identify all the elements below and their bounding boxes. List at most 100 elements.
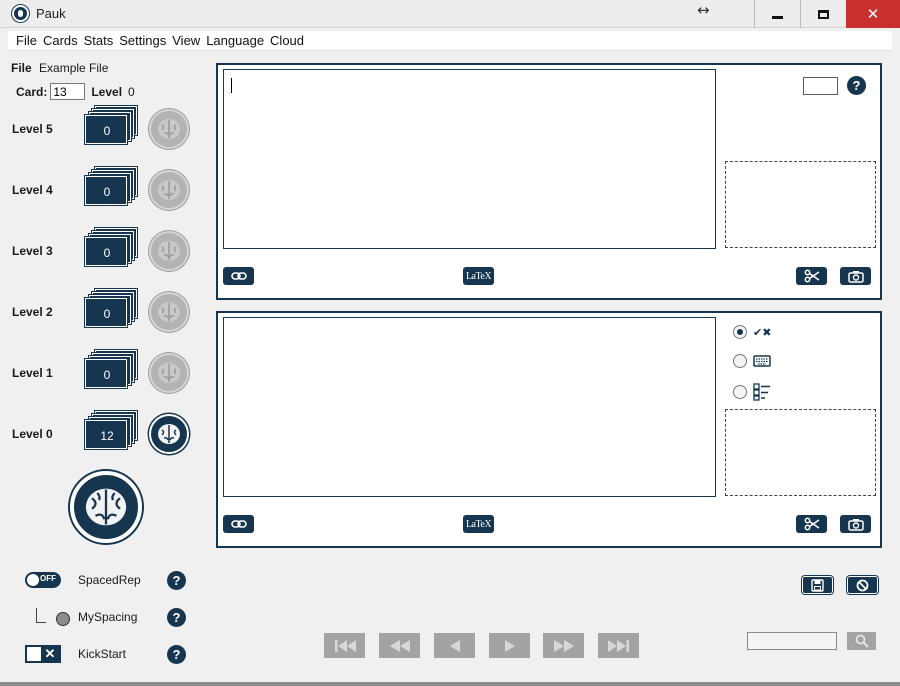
brain-icon [158,302,180,322]
stack-sheet: 0 [85,359,127,388]
stack-sheet: 0 [85,115,127,144]
save-button[interactable] [802,576,833,594]
rewind-icon [389,639,410,652]
menu-bar: File Cards Stats Settings View Language … [8,31,892,51]
level-4-study-button[interactable] [149,170,189,210]
answer-mode-check[interactable]: ✔✖ [733,325,771,339]
level-4-count: 0 [103,184,111,199]
cross-icon: ✕ [41,646,59,661]
close-icon: ✕ [866,5,880,23]
front-help-icon[interactable]: ? [847,76,866,95]
level-3-card-stack[interactable]: 0 [85,228,137,271]
kickstart-help-icon[interactable]: ? [167,645,186,664]
front-latex-button[interactable]: LaTeX [463,267,494,285]
stack-sheet: 0 [85,298,127,327]
level-1-card-stack[interactable]: 0 [85,350,137,393]
level-5-card-stack[interactable]: 0 [85,106,137,149]
answer-mode-multiple-choice[interactable] [733,383,771,401]
previous-card-button[interactable] [434,633,475,658]
text-caret [231,78,232,93]
next-card-button[interactable] [489,633,530,658]
level-0-card-stack[interactable]: 12 [85,411,137,454]
level-5-study-button[interactable] [149,109,189,149]
myspacing-radio[interactable] [56,612,70,626]
menu-cards[interactable]: Cards [43,33,78,48]
level-2-count: 0 [103,306,111,321]
back-text-editor[interactable] [223,317,716,497]
level-4-card-stack[interactable]: 0 [85,167,137,210]
menu-settings[interactable]: Settings [119,33,166,48]
stack-sheet: 0 [85,176,127,205]
back-link-button[interactable] [223,515,254,533]
brain-icon [158,119,180,139]
check-cross-icon: ✔✖ [753,325,772,339]
menu-stats[interactable]: Stats [84,33,114,48]
camera-icon [847,270,864,283]
close-button[interactable]: ✕ [846,0,900,28]
current-level-value: 0 [128,84,135,99]
back-image-drop-area[interactable] [725,409,876,496]
answer-mode-typing[interactable] [733,354,771,368]
card-label: Card: [16,84,48,99]
front-camera-button[interactable] [840,267,871,285]
back-camera-button[interactable] [840,515,871,533]
stack-sheet: 12 [85,420,127,449]
level-1-study-button[interactable] [149,353,189,393]
brain-icon [158,241,180,261]
front-cut-button[interactable] [796,267,827,285]
cancel-button[interactable] [847,576,878,594]
fast-forward-button[interactable] [543,633,584,658]
title-bar: Pauk ↔ ✕ [0,0,900,28]
skip-to-start-icon [334,639,356,652]
rewind-button[interactable] [379,633,420,658]
toggle-knob [27,574,39,586]
search-input[interactable] [747,632,837,650]
scissors-icon [804,517,819,531]
maximize-button[interactable] [800,0,846,28]
level-0-study-button[interactable] [149,414,189,454]
window-bottom-border [0,682,900,686]
level-panel: File Example File Card: Level 0 Level 5 … [0,52,210,682]
spacedrep-help-icon[interactable]: ? [167,571,186,590]
last-card-button[interactable] [598,633,639,658]
front-font-size-input[interactable] [803,77,838,95]
cancel-icon [856,579,869,591]
mode-radio-selected[interactable] [733,325,747,339]
spacedrep-toggle[interactable]: OFF [25,572,61,588]
checklist-icon [753,383,770,401]
indent-connector [36,608,46,623]
level-3-study-button[interactable] [149,231,189,271]
kickstart-label: KickStart [78,647,127,661]
card-info: Card: Level 0 [16,83,135,100]
menu-language[interactable]: Language [206,33,264,48]
mode-radio[interactable] [733,354,747,368]
back-cut-button[interactable] [796,515,827,533]
scissors-icon [804,269,819,283]
study-all-button[interactable] [70,471,142,543]
menu-view[interactable]: View [172,33,200,48]
mode-radio[interactable] [733,385,747,399]
level-2-study-button[interactable] [149,292,189,332]
menu-file[interactable]: File [16,33,37,48]
resize-arrow-icon: ↔ [697,1,710,19]
first-card-button[interactable] [324,633,365,658]
level-0-label: Level 0 [12,427,53,441]
minimize-button[interactable] [754,0,800,28]
myspacing-help-icon[interactable]: ? [167,608,186,627]
front-link-button[interactable] [223,267,254,285]
level-2-card-stack[interactable]: 0 [85,289,137,332]
search-button[interactable] [847,632,876,650]
back-latex-button[interactable]: LaTeX [463,515,494,533]
card-number-input[interactable] [50,83,86,100]
kickstart-checkbox[interactable]: ✕ [25,645,61,663]
level-3-label: Level 3 [12,244,53,258]
front-text-editor[interactable] [223,69,716,249]
front-image-drop-area[interactable] [725,161,876,248]
level-2-label: Level 2 [12,305,53,319]
level-4-label: Level 4 [12,183,53,197]
app-logo-icon [12,5,29,22]
search-icon [855,634,869,648]
myspacing-label: MySpacing [78,610,138,624]
menu-cloud[interactable]: Cloud [270,33,304,48]
back-card-panel: ✔✖ LaTeX [216,311,882,548]
